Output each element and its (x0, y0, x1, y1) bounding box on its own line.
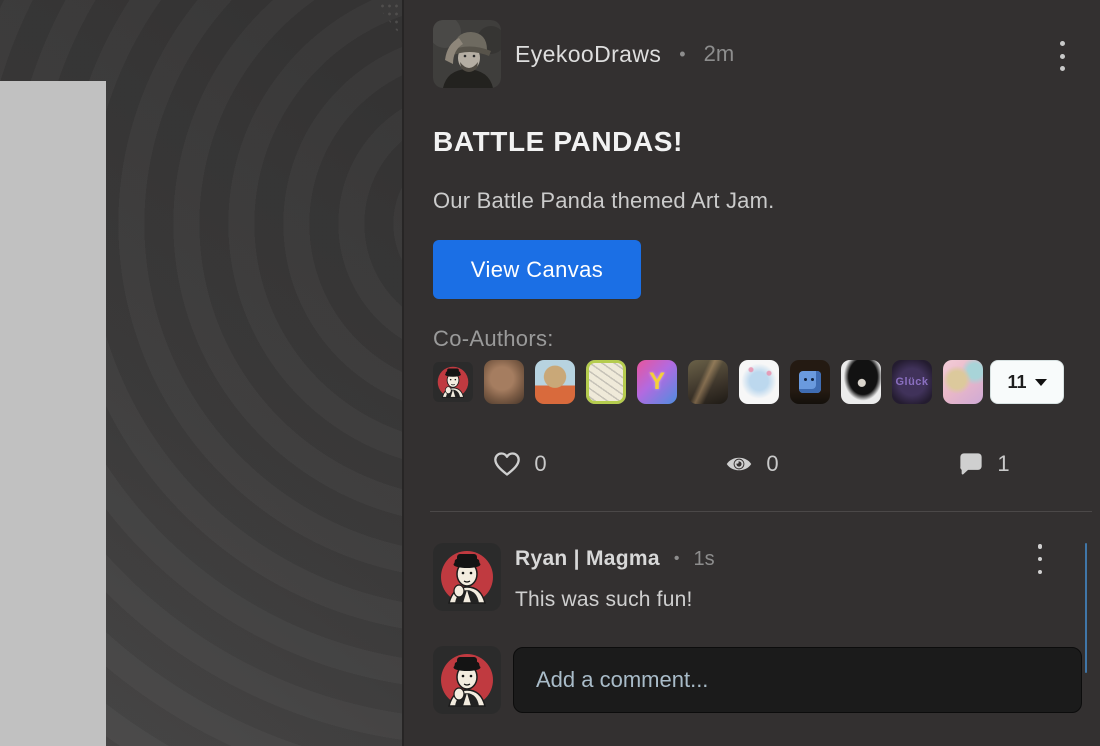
comments-scrollbar[interactable] (1085, 543, 1087, 673)
letter-y-glyph: Y (649, 368, 665, 396)
post-meta-separator: • (679, 44, 685, 65)
glueck-label: Glück (895, 376, 928, 388)
coauthors-count-dropdown[interactable]: 11 (990, 360, 1064, 404)
comments-divider (430, 511, 1092, 512)
comments-stat[interactable]: 1 (868, 444, 1100, 484)
coauthor-avatar-letter-y[interactable]: Y (637, 360, 677, 404)
coauthor-avatar-pug-dog[interactable] (535, 360, 575, 404)
canvas-workspace[interactable] (0, 0, 404, 746)
coauthor-avatar-pink-art[interactable] (943, 360, 983, 404)
views-count: 0 (766, 451, 778, 477)
eye-icon (725, 452, 753, 476)
caret-down-icon (1035, 379, 1047, 386)
coauthor-avatar-sketchbook[interactable] (586, 360, 626, 404)
comments-count: 1 (997, 451, 1009, 477)
coauthor-avatar-anime-sketch[interactable] (739, 360, 779, 404)
canvas-corner-dots-decoration (372, 2, 398, 34)
view-canvas-button[interactable]: View Canvas (433, 240, 641, 299)
canvas-sheet[interactable] (0, 81, 106, 746)
post-title: BATTLE PANDAS! (433, 126, 683, 158)
comment-author-avatar[interactable] (433, 543, 501, 611)
post-author-name[interactable]: EyekooDraws (515, 41, 661, 68)
coauthor-avatar-bw-portrait[interactable] (841, 360, 881, 404)
likes-stat[interactable]: 0 (404, 444, 636, 484)
heart-icon (493, 451, 521, 477)
coauthor-avatar-concert[interactable] (688, 360, 728, 404)
comment-text: This was such fun! (515, 588, 693, 612)
post-header: EyekooDraws • 2m (515, 0, 734, 108)
comment-bubble-icon (958, 451, 984, 477)
composer-user-avatar (433, 646, 501, 714)
comment-author-name[interactable]: Ryan | Magma (515, 547, 660, 571)
coauthor-avatar-ryan-magma[interactable] (433, 360, 473, 404)
coauthors-label: Co-Authors: (433, 326, 554, 352)
comment-header: Ryan | Magma • 1s (515, 544, 715, 574)
post-panel: EyekooDraws • 2m BATTLE PANDAS! Our Batt… (404, 0, 1100, 746)
post-stats-row: 0 0 1 (404, 444, 1100, 484)
comment-meta-separator: • (674, 550, 680, 568)
post-options-kebab-icon[interactable] (1052, 41, 1072, 71)
comment-options-kebab-icon[interactable] (1030, 544, 1050, 574)
post-author-avatar[interactable] (433, 20, 501, 88)
coauthor-avatar-smiling-man[interactable] (484, 360, 524, 404)
add-comment-input[interactable] (513, 647, 1082, 713)
coauthors-count: 11 (1007, 372, 1026, 393)
cube-robot-icon (799, 371, 821, 393)
post-body-text: Our Battle Panda themed Art Jam. (433, 188, 774, 214)
comment-timestamp: 1s (693, 548, 714, 571)
post-timestamp: 2m (704, 41, 735, 67)
coauthor-avatar-glueck[interactable]: Glück (892, 360, 932, 404)
likes-count: 0 (534, 451, 546, 477)
views-stat[interactable]: 0 (636, 444, 868, 484)
coauthor-avatar-blue-cube-robot[interactable] (790, 360, 830, 404)
coauthors-avatar-row: Y Glück (433, 360, 983, 404)
